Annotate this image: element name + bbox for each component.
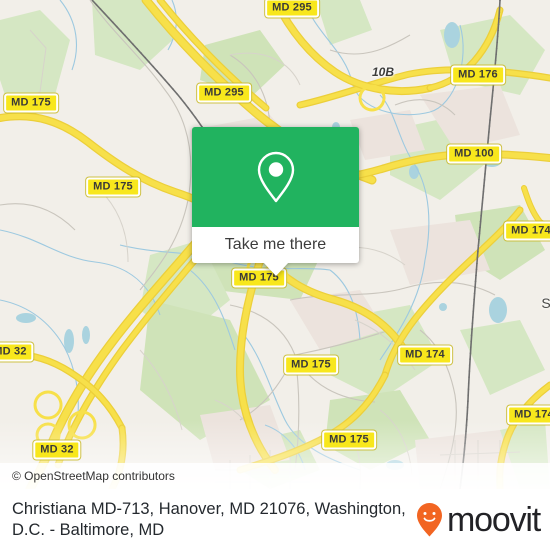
callout-action[interactable]: Take me there	[192, 227, 359, 263]
callout-tail	[262, 262, 289, 276]
map-attribution: © OpenStreetMap contributors	[0, 463, 550, 489]
map-pin-icon	[257, 151, 294, 203]
road-shield: MD 174	[507, 405, 550, 425]
junction-label: 10B	[371, 65, 395, 79]
road-shield: MD 174	[504, 221, 550, 241]
attribution-text: © OpenStreetMap contributors	[12, 469, 175, 483]
moovit-brand[interactable]: moovit	[415, 500, 541, 539]
moovit-map-screenshot: .land{fill:#f2efe9} .green{fill:#d5e7c3}…	[0, 0, 550, 550]
road-shield: MD 32	[33, 440, 81, 460]
road-shield: MD 174	[398, 345, 452, 365]
road-shield: MD 295	[197, 83, 251, 103]
road-shield: MD 175	[322, 430, 376, 450]
road-shield: MD 100	[447, 144, 501, 164]
road-shield: MD 176	[451, 65, 505, 85]
callout-icon-area	[192, 127, 359, 227]
map-edge-label: S	[541, 295, 550, 311]
road-shield: MD 295	[265, 0, 319, 18]
take-me-there-label: Take me there	[224, 236, 327, 253]
location-title: Christiana MD-713, Hanover, MD 21076, Wa…	[12, 499, 406, 539]
footer-bar: Christiana MD-713, Hanover, MD 21076, Wa…	[0, 489, 550, 550]
moovit-wordmark: moovit	[447, 500, 541, 539]
road-shield: MD 175	[284, 355, 338, 375]
location-callout[interactable]: Take me there	[192, 127, 359, 276]
road-shield: MD 32	[0, 342, 34, 362]
moovit-pin-icon	[417, 502, 443, 536]
road-shield: MD 175	[86, 177, 140, 197]
road-shield: MD 175	[4, 93, 58, 113]
